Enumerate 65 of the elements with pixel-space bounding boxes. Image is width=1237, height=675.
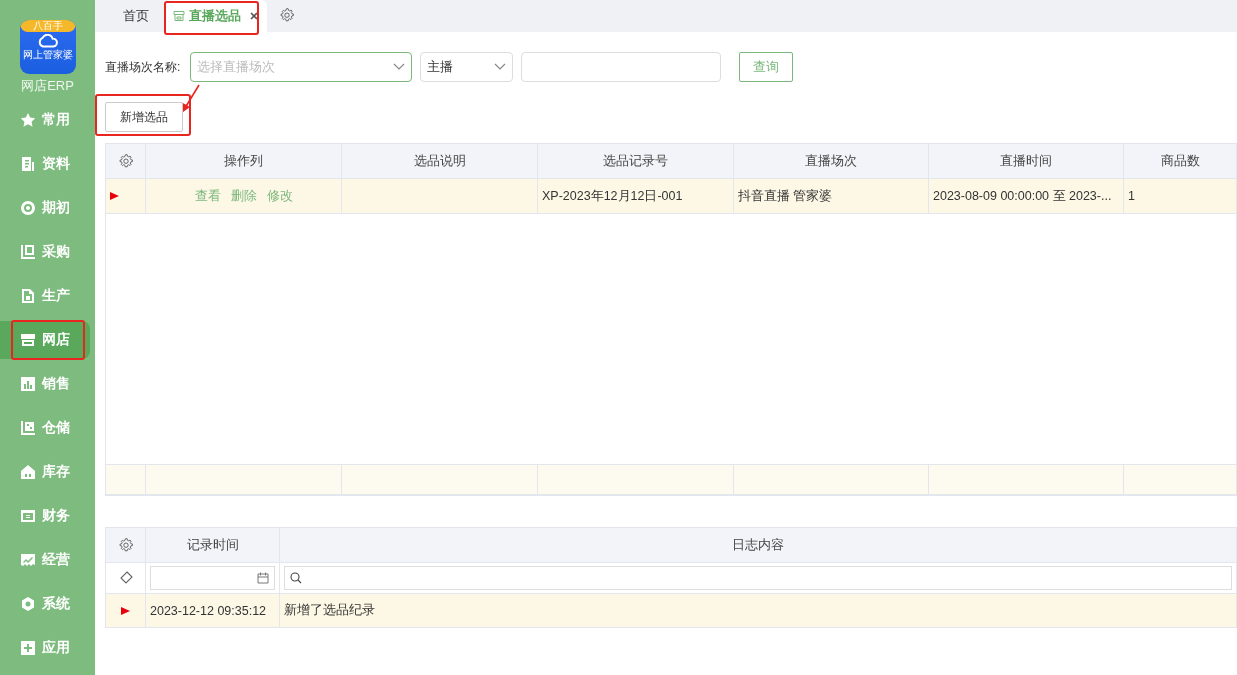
sidebar-item[interactable]: 财务 xyxy=(0,497,90,535)
table-cell: XP-2023年12月12日-001 xyxy=(538,179,734,214)
query-button[interactable]: 查询 xyxy=(739,52,794,82)
column-header: 直播场次 xyxy=(734,144,929,179)
calendar-icon xyxy=(257,572,269,584)
logo-caption: 网上管家婆 xyxy=(22,49,73,61)
file-icon xyxy=(20,288,36,304)
hexagon-icon xyxy=(20,596,36,612)
tab[interactable]: 首页 xyxy=(107,0,165,32)
keyword-field[interactable] xyxy=(521,52,722,82)
sidebar-item[interactable]: 仓储 xyxy=(0,409,90,447)
store-icon xyxy=(173,10,185,22)
book-icon xyxy=(20,244,36,260)
sidebar-item[interactable]: 销售 xyxy=(0,365,90,403)
settings-icon[interactable] xyxy=(117,537,134,553)
wallet-icon xyxy=(20,508,36,524)
column-header: 商品数 xyxy=(1124,144,1237,179)
column-header: 日志内容 xyxy=(280,528,1237,563)
session-select[interactable]: 选择直播场次 xyxy=(190,52,413,82)
table-cell: 2023-12-12 09:35:12 xyxy=(146,594,280,628)
table-cell: 新增了选品纪录 xyxy=(280,594,1237,628)
sidebar-item[interactable]: 经营 xyxy=(0,541,90,579)
sidebar-item[interactable]: 库存 xyxy=(0,453,90,491)
sidebar-item[interactable]: 采购 xyxy=(0,233,90,271)
table-cell: 2023-08-09 00:00:00 至 2023-... xyxy=(929,179,1124,214)
search-icon xyxy=(290,572,302,584)
column-header: 操作列 xyxy=(146,144,342,179)
tab[interactable]: 直播选品 xyxy=(165,0,267,32)
bar-chart-icon xyxy=(20,376,36,392)
shelf-icon xyxy=(20,420,36,436)
sidebar-item[interactable]: 生产 xyxy=(0,277,90,315)
chevron-down-icon xyxy=(393,63,406,71)
target-icon xyxy=(20,200,36,216)
sidebar-item[interactable]: 应用 xyxy=(0,629,90,667)
chevron-down-icon xyxy=(494,63,507,71)
sidebar-item[interactable]: 系统 xyxy=(0,585,90,623)
action-link[interactable]: 查看 xyxy=(194,187,221,205)
sidebar-item[interactable]: 期初 xyxy=(0,189,90,227)
filter-label: 直播场次名称: xyxy=(105,58,181,76)
plus-icon xyxy=(20,640,36,656)
line-chart-icon xyxy=(20,552,36,568)
house-icon xyxy=(20,464,36,480)
column-header: 选品记录号 xyxy=(538,144,734,179)
star-icon xyxy=(20,112,36,128)
add-selection-button[interactable]: 新增选品 xyxy=(105,102,183,132)
date-filter-field[interactable] xyxy=(150,566,275,590)
settings-icon[interactable] xyxy=(117,153,134,169)
logo-badge: 八百手 xyxy=(19,20,76,32)
store-icon xyxy=(20,332,36,348)
table-cell: 1 xyxy=(1124,179,1237,214)
action-link[interactable]: 删除 xyxy=(230,187,257,205)
column-header: 选品说明 xyxy=(342,144,538,179)
column-header: 直播时间 xyxy=(929,144,1124,179)
search-filter-field[interactable] xyxy=(284,566,1232,590)
sidebar-item[interactable]: 常用 xyxy=(0,101,90,139)
sidebar-item[interactable]: 网店 xyxy=(0,321,90,359)
action-link[interactable]: 修改 xyxy=(266,187,293,205)
settings-icon[interactable] xyxy=(279,7,295,23)
role-select[interactable]: 主播 xyxy=(420,52,514,82)
close-icon[interactable] xyxy=(249,11,259,21)
app-name: 网店ERP xyxy=(21,77,74,95)
table-cell: 抖音直播 管家婆 xyxy=(734,179,929,214)
sidebar-item[interactable]: 资料 xyxy=(0,145,90,183)
document-icon xyxy=(20,156,36,172)
column-header: 记录时间 xyxy=(146,528,280,563)
